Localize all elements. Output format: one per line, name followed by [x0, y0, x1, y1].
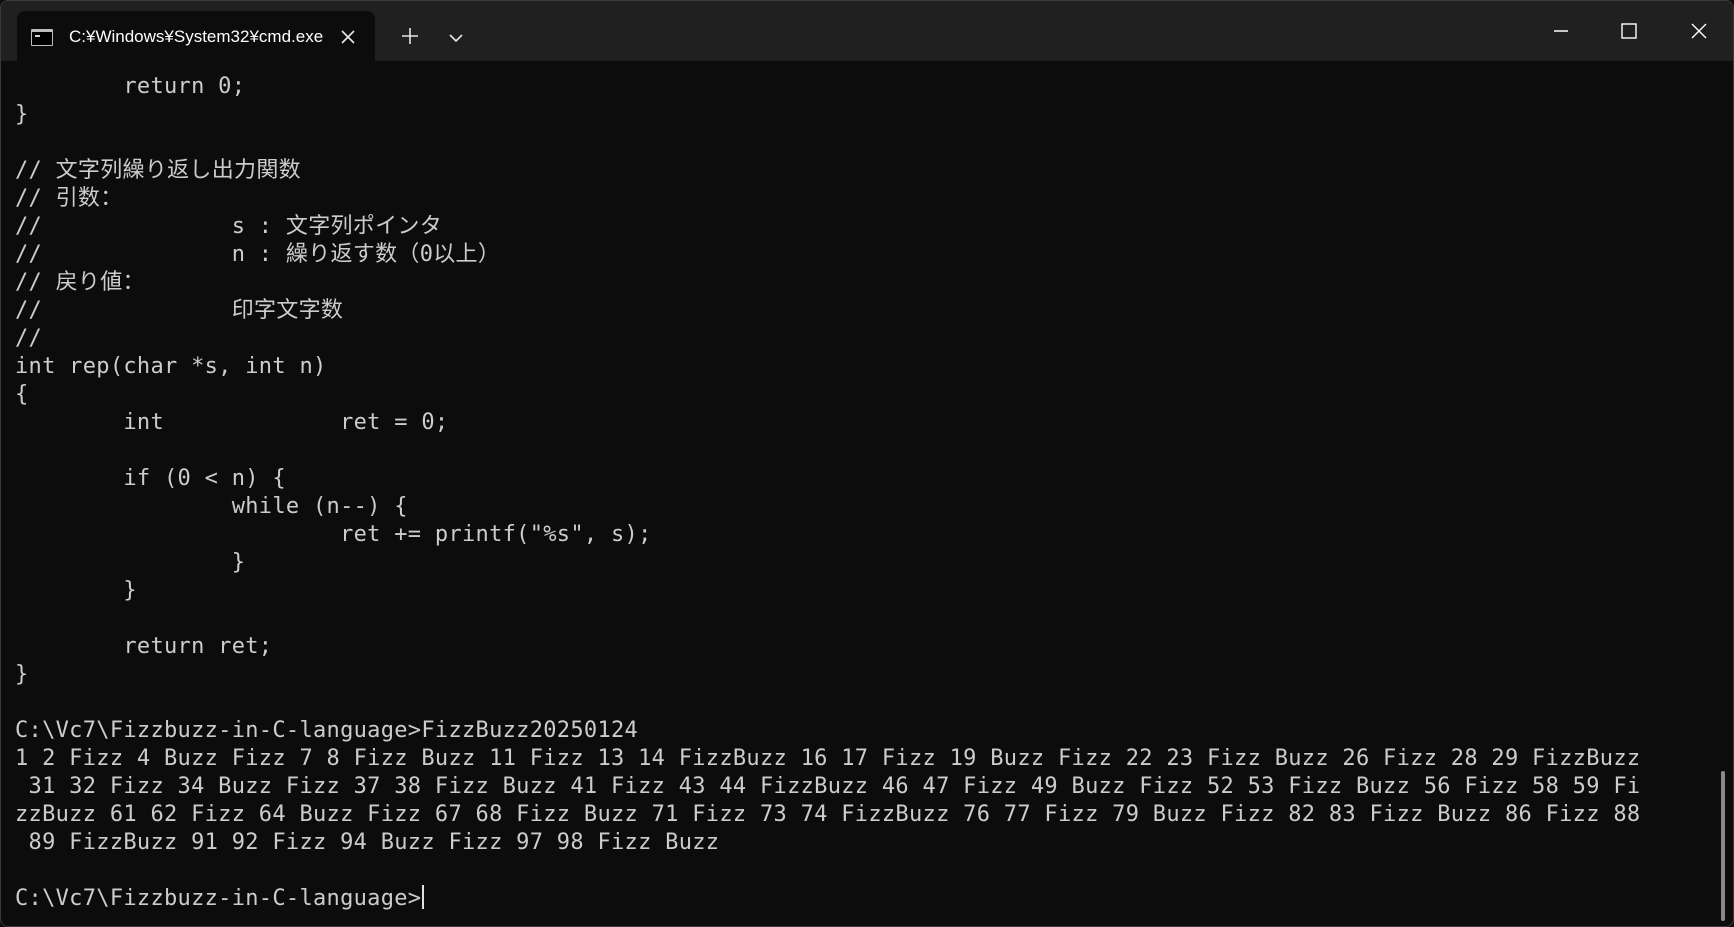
plus-icon	[402, 28, 418, 44]
terminal-line: C:\Vc7\Fizzbuzz-in-C-language>FizzBuzz20…	[15, 718, 639, 743]
terminal-line: zzBuzz 61 62 Fizz 64 Buzz Fizz 67 68 Fiz…	[15, 802, 1641, 827]
terminal-line: // 戻り値：	[15, 270, 145, 295]
terminal-window: C:¥Windows¥System32¥cmd.exe return 0;} …	[0, 0, 1734, 927]
terminal-line: int ret = 0;	[15, 410, 449, 435]
console-icon	[31, 29, 53, 46]
tab-title: C:¥Windows¥System32¥cmd.exe	[69, 27, 324, 46]
terminal-line: return 0;	[15, 74, 246, 99]
terminal-line: // s : 文字列ポインタ	[15, 214, 443, 239]
terminal-line: while (n--) {	[15, 494, 408, 519]
terminal-line: int rep(char *s, int n)	[15, 354, 327, 379]
close-icon	[1691, 23, 1707, 39]
minimize-icon	[1554, 30, 1568, 32]
terminal-line: 1 2 Fizz 4 Buzz Fizz 7 8 Fizz Buzz 11 Fi…	[15, 746, 1641, 771]
terminal-line: }	[15, 578, 137, 603]
scrollbar[interactable]	[1721, 771, 1725, 921]
terminal-line: //	[15, 326, 43, 351]
terminal-line: return ret;	[15, 634, 273, 659]
minimize-button[interactable]	[1527, 1, 1595, 61]
tab-close-button[interactable]	[335, 24, 361, 50]
tab-dropdown-button[interactable]	[441, 23, 471, 53]
terminal-line: 89 FizzBuzz 91 92 Fizz 94 Buzz Fizz 97 9…	[15, 830, 720, 855]
title-bar[interactable]: C:¥Windows¥System32¥cmd.exe	[1, 1, 1733, 61]
text-cursor	[422, 885, 425, 909]
tab-cmd[interactable]: C:¥Windows¥System32¥cmd.exe	[17, 11, 375, 61]
chevron-down-icon	[449, 34, 463, 43]
terminal-line: if (0 < n) {	[15, 466, 286, 491]
terminal-line: }	[15, 102, 29, 127]
terminal-line: }	[15, 662, 29, 687]
maximize-button[interactable]	[1595, 1, 1663, 61]
terminal-line: // 文字列繰り返し出力関数	[15, 158, 301, 183]
terminal-line: {	[15, 382, 29, 407]
new-tab-button[interactable]	[395, 21, 425, 51]
terminal-line: }	[15, 550, 246, 575]
terminal-line: // n : 繰り返す数（0以上）	[15, 242, 501, 267]
prompt-line[interactable]: C:\Vc7\Fizzbuzz-in-C-language>	[15, 885, 1715, 913]
maximize-icon	[1621, 23, 1637, 39]
terminal-line: 31 32 Fizz 34 Buzz Fizz 37 38 Fizz Buzz …	[15, 774, 1641, 799]
close-window-button[interactable]	[1665, 1, 1733, 61]
terminal-line: // 印字文字数	[15, 298, 344, 323]
close-icon	[341, 30, 355, 44]
terminal-output[interactable]: return 0;} // 文字列繰り返し出力関数 // 引数： // s : 文字列…	[15, 73, 1715, 923]
prompt-text: C:\Vc7\Fizzbuzz-in-C-language>	[15, 886, 422, 911]
terminal-line: ret += printf("%s", s);	[15, 522, 652, 547]
terminal-line: // 引数：	[15, 186, 123, 211]
